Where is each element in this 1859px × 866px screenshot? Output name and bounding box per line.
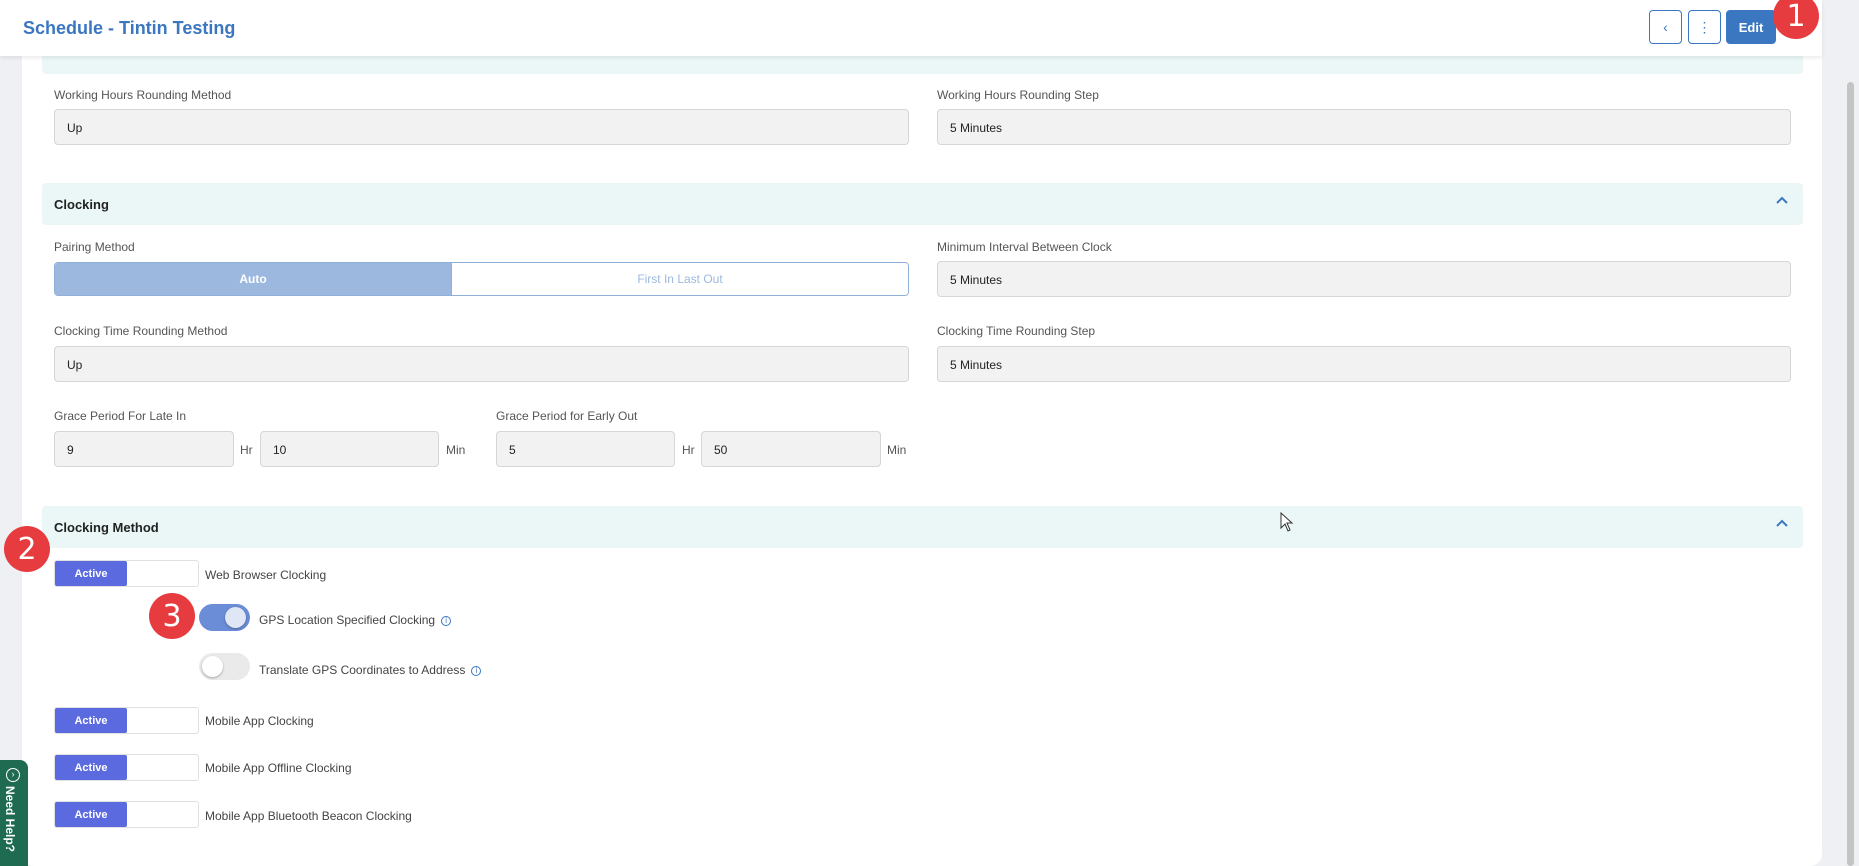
- chevron-left-icon: ‹: [1663, 19, 1668, 35]
- grace-late-in-label: Grace Period For Late In: [54, 409, 187, 423]
- page-scrollbar[interactable]: [1847, 82, 1854, 866]
- grace-late-in-minutes-field[interactable]: 10: [260, 431, 439, 467]
- pairing-option-first-in-last-out[interactable]: First In Last Out: [451, 263, 908, 295]
- need-help-label: Need Help?: [3, 786, 17, 853]
- page-title: Schedule - Tintin Testing: [23, 18, 236, 38]
- grace-late-in-hours-field[interactable]: 9: [54, 431, 234, 467]
- translate-gps-switch[interactable]: [199, 653, 250, 680]
- mobile-app-clocking-label: Mobile App Clocking: [205, 714, 314, 728]
- page-header: Schedule - Tintin Testing ‹ ⋮ Edit: [0, 0, 1822, 56]
- step-marker-3: 3: [149, 593, 195, 639]
- back-button[interactable]: ‹: [1649, 10, 1682, 44]
- help-arrow-icon: ›: [6, 768, 20, 782]
- active-pill: Active: [55, 561, 127, 586]
- web-browser-clocking-toggle[interactable]: Active: [54, 560, 199, 587]
- clocking-time-rounding-step-field[interactable]: 5 Minutes: [937, 346, 1791, 382]
- translate-gps-label: Translate GPS Coordinates to Address i: [259, 663, 482, 677]
- more-options-button[interactable]: ⋮: [1688, 10, 1721, 44]
- grace-early-out-label: Grace Period for Early Out: [496, 409, 638, 423]
- active-pill: Active: [55, 755, 127, 780]
- pairing-method-label: Pairing Method: [54, 240, 135, 254]
- switch-knob: [225, 607, 246, 628]
- mobile-beacon-clocking-label: Mobile App Bluetooth Beacon Clocking: [205, 809, 412, 823]
- hours-unit-label: Hr: [682, 443, 695, 457]
- working-hours-rounding-method-label: Working Hours Rounding Method: [54, 88, 232, 102]
- clocking-time-rounding-step-label: Clocking Time Rounding Step: [937, 324, 1096, 338]
- more-vertical-icon: ⋮: [1697, 18, 1712, 35]
- switch-knob: [202, 656, 223, 677]
- working-hours-rounding-method-field[interactable]: Up: [54, 109, 909, 145]
- chevron-up-icon[interactable]: [1775, 193, 1789, 207]
- minimum-interval-label: Minimum Interval Between Clock: [937, 240, 1112, 254]
- gps-location-specified-text: GPS Location Specified Clocking: [259, 613, 436, 627]
- working-hours-rounding-step-field[interactable]: 5 Minutes: [937, 109, 1791, 145]
- active-pill: Active: [55, 802, 127, 827]
- working-hours-rounding-step-label: Working Hours Rounding Step: [937, 88, 1099, 102]
- grace-early-out-hours-field[interactable]: 5: [496, 431, 675, 467]
- gps-location-specified-label: GPS Location Specified Clocking i: [259, 613, 452, 627]
- translate-gps-text: Translate GPS Coordinates to Address: [259, 663, 466, 677]
- clocking-method-section-header[interactable]: Clocking Method: [42, 506, 1803, 548]
- hours-unit-label: Hr: [240, 443, 253, 457]
- step-marker-2: 2: [4, 526, 50, 572]
- info-icon[interactable]: i: [441, 615, 452, 626]
- mobile-app-clocking-toggle[interactable]: Active: [54, 707, 199, 734]
- web-browser-clocking-label: Web Browser Clocking: [205, 568, 327, 582]
- info-icon[interactable]: i: [471, 665, 482, 676]
- gps-location-specified-switch[interactable]: [199, 604, 250, 631]
- mobile-offline-clocking-toggle[interactable]: Active: [54, 754, 199, 781]
- mouse-cursor-icon: [1280, 512, 1294, 532]
- mobile-offline-clocking-label: Mobile App Offline Clocking: [205, 761, 352, 775]
- minutes-unit-label: Min: [887, 443, 907, 457]
- edit-button[interactable]: Edit: [1726, 10, 1776, 44]
- pairing-method-selector: Auto First In Last Out: [54, 262, 909, 296]
- grace-early-out-minutes-field[interactable]: 50: [701, 431, 881, 467]
- pairing-option-auto[interactable]: Auto: [55, 263, 451, 295]
- clocking-section-title: Clocking: [54, 197, 109, 212]
- active-pill: Active: [55, 708, 127, 733]
- minimum-interval-field[interactable]: 5 Minutes: [937, 261, 1791, 297]
- clocking-section-header[interactable]: Clocking: [42, 183, 1803, 225]
- clocking-time-rounding-method-label: Clocking Time Rounding Method: [54, 324, 228, 338]
- need-help-tab[interactable]: › Need Help?: [0, 760, 28, 866]
- clocking-method-section-title: Clocking Method: [54, 520, 159, 535]
- mobile-beacon-clocking-toggle[interactable]: Active: [54, 801, 199, 828]
- clocking-time-rounding-method-field[interactable]: Up: [54, 346, 909, 382]
- minutes-unit-label: Min: [446, 443, 466, 457]
- chevron-up-icon[interactable]: [1775, 516, 1789, 530]
